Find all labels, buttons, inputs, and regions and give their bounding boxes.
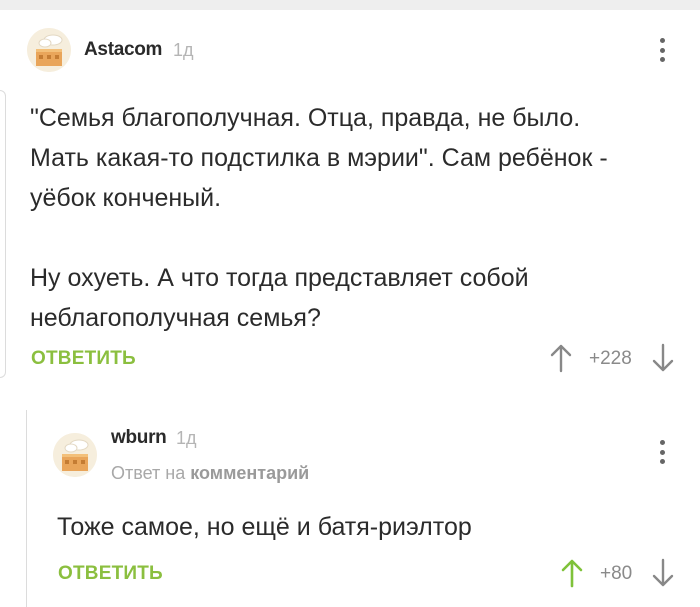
comment-line: Мать какая-то подстилка в мэрии". Сам ре… [30, 144, 608, 172]
comment-line: неблагополучная семья? [30, 304, 321, 332]
avatar-image [53, 433, 97, 477]
comment-line [30, 218, 608, 258]
comment-line: Ну охуеть. А что тогда представляет собо… [30, 264, 529, 292]
thread-line [26, 410, 27, 607]
arrow-down-icon[interactable] [651, 343, 675, 373]
rating-count: +80 [600, 563, 633, 584]
arrow-down-icon[interactable] [651, 558, 675, 588]
top-separator [0, 0, 700, 10]
more-vertical-icon[interactable] [652, 35, 672, 65]
username[interactable]: Astacom [84, 39, 162, 61]
reply-to-info: Ответ на комментарий [111, 463, 309, 484]
arrow-up-icon[interactable] [560, 558, 584, 588]
reply-to-prefix: Ответ на [111, 463, 186, 483]
thread-line [0, 90, 6, 378]
reply-button[interactable]: ОТВЕТИТЬ [58, 563, 163, 585]
avatar[interactable] [53, 433, 97, 477]
arrow-up-icon[interactable] [549, 343, 573, 373]
reply-button[interactable]: ОТВЕТИТЬ [31, 348, 136, 370]
avatar[interactable] [27, 28, 71, 72]
more-vertical-icon[interactable] [652, 437, 672, 467]
comment-body: "Семья благополучная. Отца, правда, не б… [30, 98, 608, 338]
comment-body: Тоже самое, но ещё и батя-риэлтор [57, 507, 472, 547]
reply-to-link[interactable]: комментарий [190, 463, 309, 483]
avatar-image [27, 28, 71, 72]
timestamp: 1д [173, 40, 194, 60]
rating-count: +228 [589, 348, 632, 369]
comment-line: уёбок конченый. [30, 184, 222, 212]
comment-line: Тоже самое, но ещё и батя-риэлтор [57, 513, 472, 541]
username[interactable]: wburn [111, 427, 167, 449]
timestamp: 1д [176, 428, 197, 448]
comment-line: "Семья благополучная. Отца, правда, не б… [30, 104, 581, 132]
